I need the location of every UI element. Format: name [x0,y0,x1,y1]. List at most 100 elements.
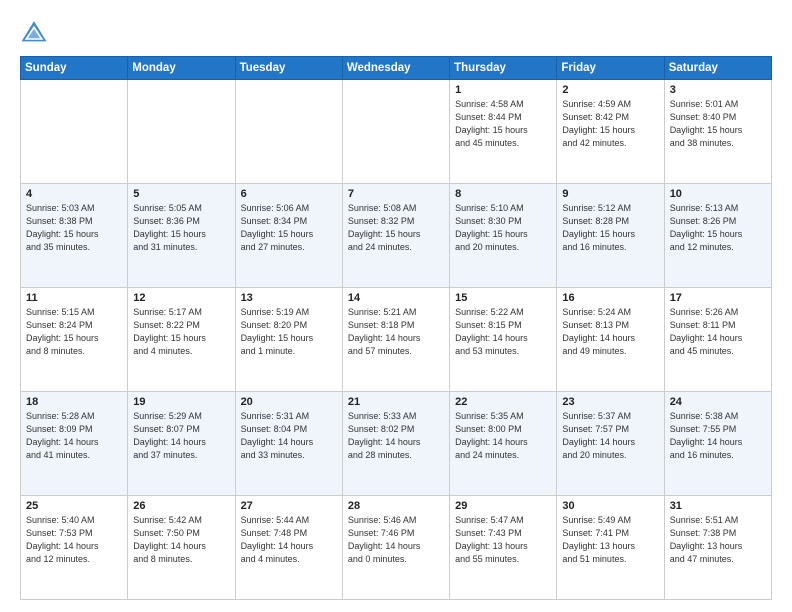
day-number: 21 [348,396,444,408]
logo-icon [20,18,48,46]
calendar-week-4: 18 Sunrise: 5:28 AM Sunset: 8:09 PM Dayli… [21,392,772,496]
col-header-monday: Monday [128,57,235,80]
calendar-table: SundayMondayTuesdayWednesdayThursdayFrid… [20,56,772,600]
header [20,18,772,46]
day-number: 6 [241,188,337,200]
calendar-cell: 31 Sunrise: 5:51 AM Sunset: 7:38 PM Dayli… [664,496,771,600]
calendar-cell: 13 Sunrise: 5:19 AM Sunset: 8:20 PM Dayli… [235,288,342,392]
calendar-week-2: 4 Sunrise: 5:03 AM Sunset: 8:38 PM Daylig… [21,184,772,288]
day-number: 23 [562,396,658,408]
calendar-cell: 1 Sunrise: 4:58 AM Sunset: 8:44 PM Daylig… [450,80,557,184]
calendar-cell: 22 Sunrise: 5:35 AM Sunset: 8:00 PM Dayli… [450,392,557,496]
calendar-cell [128,80,235,184]
day-number: 27 [241,500,337,512]
calendar-cell: 30 Sunrise: 5:49 AM Sunset: 7:41 PM Dayli… [557,496,664,600]
day-info: Sunrise: 5:35 AM Sunset: 8:00 PM Dayligh… [455,410,551,462]
col-header-saturday: Saturday [664,57,771,80]
calendar-cell: 14 Sunrise: 5:21 AM Sunset: 8:18 PM Dayli… [342,288,449,392]
day-number: 11 [26,292,122,304]
day-info: Sunrise: 5:37 AM Sunset: 7:57 PM Dayligh… [562,410,658,462]
day-info: Sunrise: 4:59 AM Sunset: 8:42 PM Dayligh… [562,98,658,150]
day-number: 1 [455,84,551,96]
day-number: 10 [670,188,766,200]
calendar-cell: 26Sunrise: 5:42 AM Sunset: 7:50 PM Dayli… [128,496,235,600]
day-number: 18 [26,396,122,408]
day-info: Sunrise: 5:10 AM Sunset: 8:30 PM Dayligh… [455,202,551,254]
day-info: Sunrise: 5:15 AM Sunset: 8:24 PM Dayligh… [26,306,122,358]
day-number: 30 [562,500,658,512]
day-number: 3 [670,84,766,96]
day-info: Sunrise: 5:06 AM Sunset: 8:34 PM Dayligh… [241,202,337,254]
calendar-cell: 19Sunrise: 5:29 AM Sunset: 8:07 PM Dayli… [128,392,235,496]
day-number: 12 [133,292,229,304]
day-number: 7 [348,188,444,200]
day-number: 26 [133,500,229,512]
day-info: Sunrise: 4:58 AM Sunset: 8:44 PM Dayligh… [455,98,551,150]
day-number: 2 [562,84,658,96]
day-info: Sunrise: 5:03 AM Sunset: 8:38 PM Dayligh… [26,202,122,254]
day-info: Sunrise: 5:17 AM Sunset: 8:22 PM Dayligh… [133,306,229,358]
day-number: 8 [455,188,551,200]
day-info: Sunrise: 5:08 AM Sunset: 8:32 PM Dayligh… [348,202,444,254]
calendar-cell: 28 Sunrise: 5:46 AM Sunset: 7:46 PM Dayli… [342,496,449,600]
day-info: Sunrise: 5:49 AM Sunset: 7:41 PM Dayligh… [562,514,658,566]
calendar-cell: 24 Sunrise: 5:38 AM Sunset: 7:55 PM Dayli… [664,392,771,496]
day-number: 24 [670,396,766,408]
day-info: Sunrise: 5:44 AM Sunset: 7:48 PM Dayligh… [241,514,337,566]
calendar-cell: 10Sunrise: 5:13 AM Sunset: 8:26 PM Dayli… [664,184,771,288]
calendar-cell: 17 Sunrise: 5:26 AM Sunset: 8:11 PM Dayli… [664,288,771,392]
day-info: Sunrise: 5:12 AM Sunset: 8:28 PM Dayligh… [562,202,658,254]
day-number: 28 [348,500,444,512]
day-number: 4 [26,188,122,200]
day-info: Sunrise: 5:01 AM Sunset: 8:40 PM Dayligh… [670,98,766,150]
calendar-week-1: 1 Sunrise: 4:58 AM Sunset: 8:44 PM Daylig… [21,80,772,184]
calendar-cell [342,80,449,184]
calendar-cell [235,80,342,184]
day-info: Sunrise: 5:22 AM Sunset: 8:15 PM Dayligh… [455,306,551,358]
calendar-cell: 6 Sunrise: 5:06 AM Sunset: 8:34 PM Daylig… [235,184,342,288]
calendar-cell [21,80,128,184]
calendar-cell: 15 Sunrise: 5:22 AM Sunset: 8:15 PM Dayli… [450,288,557,392]
day-info: Sunrise: 5:28 AM Sunset: 8:09 PM Dayligh… [26,410,122,462]
calendar-cell: 23 Sunrise: 5:37 AM Sunset: 7:57 PM Dayli… [557,392,664,496]
day-number: 20 [241,396,337,408]
calendar-cell: 25Sunrise: 5:40 AM Sunset: 7:53 PM Dayli… [21,496,128,600]
day-number: 13 [241,292,337,304]
day-info: Sunrise: 5:21 AM Sunset: 8:18 PM Dayligh… [348,306,444,358]
calendar-cell: 18 Sunrise: 5:28 AM Sunset: 8:09 PM Dayli… [21,392,128,496]
day-info: Sunrise: 5:26 AM Sunset: 8:11 PM Dayligh… [670,306,766,358]
day-number: 31 [670,500,766,512]
col-header-wednesday: Wednesday [342,57,449,80]
day-info: Sunrise: 5:19 AM Sunset: 8:20 PM Dayligh… [241,306,337,358]
calendar-cell: 29 Sunrise: 5:47 AM Sunset: 7:43 PM Dayli… [450,496,557,600]
calendar-cell: 7 Sunrise: 5:08 AM Sunset: 8:32 PM Daylig… [342,184,449,288]
day-info: Sunrise: 5:38 AM Sunset: 7:55 PM Dayligh… [670,410,766,462]
day-number: 14 [348,292,444,304]
calendar-header-row: SundayMondayTuesdayWednesdayThursdayFrid… [21,57,772,80]
page: SundayMondayTuesdayWednesdayThursdayFrid… [0,0,792,612]
calendar-cell: 9Sunrise: 5:12 AM Sunset: 8:28 PM Daylig… [557,184,664,288]
calendar-cell: 11 Sunrise: 5:15 AM Sunset: 8:24 PM Dayli… [21,288,128,392]
calendar-cell: 3 Sunrise: 5:01 AM Sunset: 8:40 PM Daylig… [664,80,771,184]
col-header-thursday: Thursday [450,57,557,80]
day-info: Sunrise: 5:33 AM Sunset: 8:02 PM Dayligh… [348,410,444,462]
day-info: Sunrise: 5:51 AM Sunset: 7:38 PM Dayligh… [670,514,766,566]
calendar-week-3: 11 Sunrise: 5:15 AM Sunset: 8:24 PM Dayli… [21,288,772,392]
calendar-cell: 20 Sunrise: 5:31 AM Sunset: 8:04 PM Dayli… [235,392,342,496]
day-number: 15 [455,292,551,304]
calendar-cell: 8 Sunrise: 5:10 AM Sunset: 8:30 PM Daylig… [450,184,557,288]
calendar-cell: 4 Sunrise: 5:03 AM Sunset: 8:38 PM Daylig… [21,184,128,288]
day-info: Sunrise: 5:46 AM Sunset: 7:46 PM Dayligh… [348,514,444,566]
day-info: Sunrise: 5:47 AM Sunset: 7:43 PM Dayligh… [455,514,551,566]
day-number: 22 [455,396,551,408]
day-info: Sunrise: 5:31 AM Sunset: 8:04 PM Dayligh… [241,410,337,462]
calendar-cell: 16Sunrise: 5:24 AM Sunset: 8:13 PM Dayli… [557,288,664,392]
day-number: 5 [133,188,229,200]
calendar-cell: 21 Sunrise: 5:33 AM Sunset: 8:02 PM Dayli… [342,392,449,496]
day-number: 17 [670,292,766,304]
day-info: Sunrise: 5:05 AM Sunset: 8:36 PM Dayligh… [133,202,229,254]
day-number: 29 [455,500,551,512]
calendar-cell: 2 Sunrise: 4:59 AM Sunset: 8:42 PM Daylig… [557,80,664,184]
calendar-cell: 5 Sunrise: 5:05 AM Sunset: 8:36 PM Daylig… [128,184,235,288]
col-header-tuesday: Tuesday [235,57,342,80]
